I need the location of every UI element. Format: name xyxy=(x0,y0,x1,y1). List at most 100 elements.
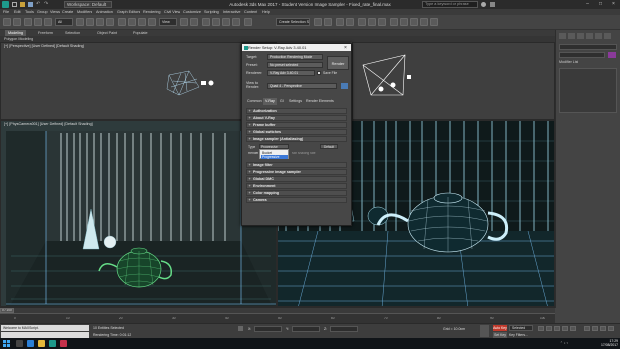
workspace-selector[interactable]: Workspace: Default xyxy=(64,1,112,8)
angle-snap-icon[interactable] xyxy=(212,18,220,26)
media-app-icon[interactable] xyxy=(60,340,67,347)
layer-explorer-icon[interactable] xyxy=(346,18,354,26)
tab-render-elements[interactable]: Render Elements xyxy=(304,98,336,105)
orbit-icon[interactable] xyxy=(600,326,606,331)
pan-icon[interactable] xyxy=(592,326,598,331)
rollout-frame-buffer[interactable]: Frame buffer xyxy=(246,122,347,128)
mirror-icon[interactable] xyxy=(314,18,322,26)
option-progressive[interactable]: Progressive xyxy=(261,154,288,159)
reference-coordinate-dropdown[interactable]: View xyxy=(159,18,177,26)
utilities-tab-icon[interactable] xyxy=(604,33,611,39)
key-mode-dropdown[interactable]: Selected xyxy=(509,325,533,331)
curve-editor-icon[interactable] xyxy=(358,18,366,26)
x-coordinate-field[interactable] xyxy=(254,326,282,332)
search-input[interactable]: Type a keyword or phrase xyxy=(422,1,478,8)
render-production-icon[interactable] xyxy=(410,18,418,26)
menu-tools[interactable]: Tools xyxy=(25,10,34,15)
align-icon[interactable] xyxy=(324,18,332,26)
view-to-render-dropdown[interactable]: Quad 4 - Perspective xyxy=(267,83,337,89)
schematic-view-icon[interactable] xyxy=(368,18,376,26)
zoom-icon[interactable] xyxy=(584,326,590,331)
close-button[interactable]: × xyxy=(607,0,620,9)
menu-rendering[interactable]: Rendering xyxy=(143,10,161,15)
modifier-stack[interactable] xyxy=(559,68,617,113)
rollout-global-switches[interactable]: Global switches xyxy=(246,129,347,135)
save-file-checkbox[interactable] xyxy=(317,71,321,75)
open-file-icon[interactable] xyxy=(20,2,25,7)
menu-create[interactable]: Create xyxy=(62,10,73,15)
viewport-top-left[interactable]: [+] [Perspective] [User Defined] [Defaul… xyxy=(0,42,277,120)
user-icon[interactable] xyxy=(481,2,486,7)
menu-group[interactable]: Group xyxy=(37,10,48,15)
menu-edit[interactable]: Edit xyxy=(14,10,21,15)
y-coordinate-field[interactable] xyxy=(292,326,320,332)
rollout-about-vray[interactable]: About V-Ray xyxy=(246,115,347,121)
target-dropdown[interactable]: Production Rendering Mode xyxy=(267,54,323,60)
display-tab-icon[interactable] xyxy=(595,33,602,39)
viewport-bottom-left[interactable]: [+] [PhysCamera001] [User Defined] [Defa… xyxy=(0,120,277,307)
scale-icon[interactable] xyxy=(138,18,146,26)
redo-tool-icon[interactable] xyxy=(13,18,21,26)
move-icon[interactable] xyxy=(118,18,126,26)
tab-common[interactable]: Common xyxy=(245,98,264,105)
create-tab-icon[interactable] xyxy=(559,33,566,39)
snap-toggle-icon[interactable] xyxy=(202,18,210,26)
play-icon[interactable] xyxy=(554,326,560,331)
windows-start-icon[interactable] xyxy=(3,340,10,347)
tab-vray[interactable]: V-Ray xyxy=(263,98,277,105)
undo-tool-icon[interactable] xyxy=(3,18,11,26)
menu-file[interactable]: File xyxy=(3,10,9,15)
undo-icon[interactable]: ↶ xyxy=(36,1,40,7)
3dsmax-taskbar-icon[interactable] xyxy=(49,340,56,347)
rotate-icon[interactable] xyxy=(128,18,136,26)
place-icon[interactable] xyxy=(148,18,156,26)
maximize-button[interactable]: □ xyxy=(594,0,607,9)
menu-customize[interactable]: Customize xyxy=(183,10,201,15)
hierarchy-tab-icon[interactable] xyxy=(577,33,584,39)
render-button[interactable]: Render xyxy=(327,56,349,70)
percent-snap-icon[interactable] xyxy=(222,18,230,26)
menu-scripting[interactable]: Scripting xyxy=(204,10,219,15)
go-to-end-icon[interactable] xyxy=(570,326,576,331)
rollout-environment[interactable]: Environment xyxy=(246,183,347,189)
unlink-icon[interactable] xyxy=(34,18,42,26)
track-bar[interactable]: 0 10 20 30 40 50 60 70 80 90 100 xyxy=(0,313,555,323)
modify-tab-icon[interactable] xyxy=(568,33,575,39)
scene-explorer-icon[interactable] xyxy=(336,18,344,26)
rollout-color-mapping[interactable]: Color mapping xyxy=(246,190,347,196)
go-to-start-icon[interactable] xyxy=(538,326,544,331)
maximize-viewport-icon[interactable] xyxy=(608,326,614,331)
menu-animation[interactable]: Animation xyxy=(96,10,113,15)
minimize-button[interactable]: – xyxy=(581,0,594,9)
edit-named-sets-icon[interactable] xyxy=(244,18,252,26)
dialog-close-icon[interactable]: × xyxy=(344,45,347,51)
modifier-list-dropdown[interactable]: Modifier List xyxy=(559,60,578,64)
viewport-top-right[interactable] xyxy=(352,42,555,120)
rendered-frame-window-icon[interactable] xyxy=(400,18,408,26)
system-tray-icons[interactable]: ⌃ ♪ ⌁ xyxy=(560,341,568,345)
menu-modifiers[interactable]: Modifiers xyxy=(77,10,92,15)
next-frame-icon[interactable] xyxy=(562,326,568,331)
menu-views[interactable]: Views xyxy=(50,10,60,15)
material-editor-icon[interactable] xyxy=(378,18,386,26)
set-key-icon[interactable] xyxy=(480,325,489,337)
rollout-progressive-sampler[interactable]: Progressive image sampler xyxy=(246,169,347,175)
new-scene-icon[interactable] xyxy=(12,2,17,7)
redo-icon[interactable]: ↷ xyxy=(44,1,48,7)
render-setup-icon[interactable] xyxy=(390,18,398,26)
link-icon[interactable] xyxy=(24,18,32,26)
menu-civil-view[interactable]: Civil View xyxy=(164,10,180,15)
edge-browser-icon[interactable] xyxy=(27,340,34,347)
previous-frame-icon[interactable] xyxy=(546,326,552,331)
activeshade-icon[interactable] xyxy=(430,18,438,26)
menu-content[interactable]: Content xyxy=(244,10,257,15)
rollout-authorization[interactable]: Authorization xyxy=(246,108,347,114)
rollout-image-filter[interactable]: Image filter xyxy=(246,162,347,168)
object-color-field[interactable] xyxy=(559,52,605,58)
bind-space-warp-icon[interactable] xyxy=(44,18,52,26)
named-selection-set-dropdown[interactable]: Create Selection Se xyxy=(276,18,310,26)
select-by-name-icon[interactable] xyxy=(86,18,94,26)
window-crossing-icon[interactable] xyxy=(106,18,114,26)
tab-settings[interactable]: Settings xyxy=(287,98,304,105)
object-color-swatch[interactable] xyxy=(608,52,616,58)
